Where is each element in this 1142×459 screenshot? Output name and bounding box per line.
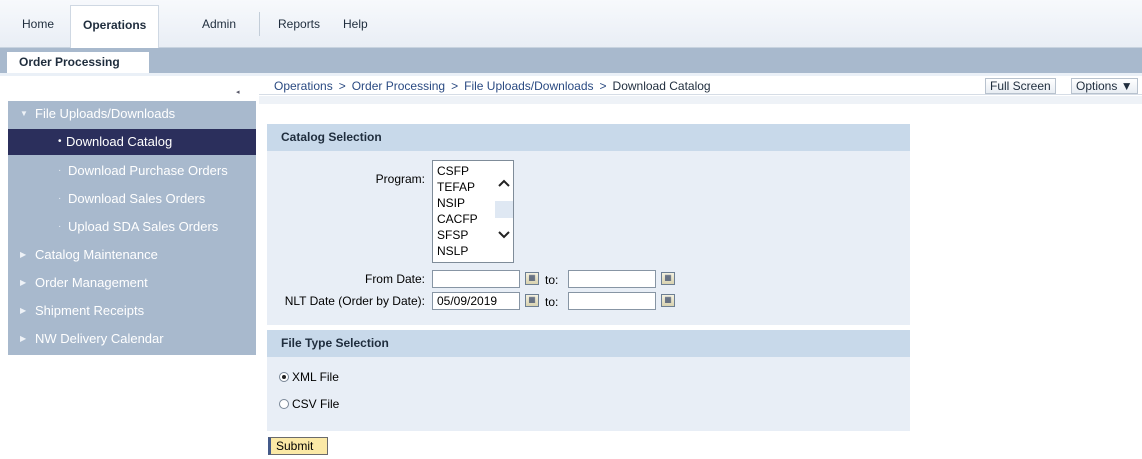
nlt-date-to-input[interactable] (568, 292, 656, 310)
chevron-down-icon[interactable] (498, 231, 510, 239)
sidebar-section-label: Shipment Receipts (35, 303, 145, 318)
calendar-icon[interactable]: ▦ (661, 294, 675, 307)
full-screen-button[interactable]: Full Screen (985, 78, 1056, 94)
tab-help[interactable]: Help (331, 5, 380, 48)
collapsed-arrow-icon: ▶ (20, 306, 27, 315)
sidebar-section-label: NW Delivery Calendar (35, 331, 164, 346)
sidebar-section-file-uploads-downloads[interactable]: ▼ File Uploads/Downloads (8, 101, 256, 127)
sidebar-section-nw-delivery-calendar[interactable]: ▶ NW Delivery Calendar (8, 326, 256, 352)
bullet-icon: · (58, 193, 62, 204)
breadcrumb-separator: > (451, 79, 459, 93)
sidebar-item-label: Download Catalog (66, 134, 173, 149)
from-date-input[interactable] (432, 270, 520, 288)
breadcrumb: Operations > Order Processing > File Uploads… (274, 79, 711, 93)
calendar-icon[interactable]: ▦ (661, 272, 675, 285)
from-date-to-input[interactable] (568, 270, 656, 288)
program-option[interactable]: TEFAP (437, 180, 475, 195)
breadcrumb-bar: Operations > Order Processing > File Uploads… (259, 76, 1142, 95)
sidebar-item-download-purchase-orders[interactable]: · Download Purchase Orders (8, 158, 256, 184)
sidebar-item-upload-sda-sales-orders[interactable]: · Upload SDA Sales Orders (8, 214, 256, 240)
calendar-icon[interactable]: ▦ (525, 294, 539, 307)
breadcrumb-link-operations[interactable]: Operations (274, 79, 333, 93)
breadcrumb-link-order-processing[interactable]: Order Processing (352, 79, 445, 93)
collapse-sidebar-icon[interactable]: ◂ (236, 88, 240, 96)
top-navigation: Home Operations Admin Reports Help (0, 0, 1142, 49)
to-label: to: (545, 295, 559, 309)
csv-file-option[interactable]: CSV File (279, 397, 339, 411)
sidebar-section-label: Catalog Maintenance (35, 247, 158, 262)
program-label: Program: (375, 172, 425, 186)
xml-file-radio[interactable] (279, 372, 289, 382)
collapsed-arrow-icon: ▶ (20, 334, 27, 343)
csv-file-radio[interactable] (279, 399, 289, 409)
sidebar-section-shipment-receipts[interactable]: ▶ Shipment Receipts (8, 298, 256, 324)
to-label: to: (545, 273, 559, 287)
breadcrumb-link-file-uploads-downloads[interactable]: File Uploads/Downloads (464, 79, 593, 93)
sidebar-section-order-management[interactable]: ▶ Order Management (8, 270, 256, 296)
nlt-date-input[interactable]: 05/09/2019 (432, 292, 520, 310)
tab-order-processing[interactable]: Order Processing (7, 52, 149, 74)
sidebar-item-label: Download Purchase Orders (68, 163, 228, 178)
sidebar-item-download-sales-orders[interactable]: · Download Sales Orders (8, 186, 256, 212)
program-option[interactable]: CSFP (437, 164, 469, 179)
tab-reports[interactable]: Reports (266, 5, 332, 48)
breadcrumb-separator: > (599, 79, 607, 93)
sub-navigation: Order Processing (0, 48, 1142, 74)
program-option[interactable]: CACFP (437, 212, 478, 227)
sidebar-item-download-catalog[interactable]: • Download Catalog (8, 129, 256, 155)
xml-file-option[interactable]: XML File (279, 370, 339, 384)
csv-file-label: CSV File (292, 397, 340, 411)
catalog-selection-header: Catalog Selection (267, 124, 910, 151)
program-option[interactable]: SFSP (437, 228, 468, 243)
options-button[interactable]: Options ▼ (1071, 78, 1138, 94)
tab-home[interactable]: Home (10, 5, 66, 48)
file-type-selection-panel (267, 357, 910, 431)
collapsed-arrow-icon: ▶ (20, 278, 27, 287)
bullet-icon: • (58, 136, 62, 147)
xml-file-label: XML File (292, 370, 339, 384)
collapsed-arrow-icon: ▶ (20, 250, 27, 259)
breadcrumb-current: Download Catalog (612, 79, 711, 93)
tab-operations[interactable]: Operations (70, 5, 160, 49)
program-option[interactable]: NSIP (437, 196, 465, 211)
breadcrumb-separator: > (338, 79, 346, 93)
sidebar: ▼ File Uploads/Downloads • Download Cata… (8, 101, 256, 355)
chevron-up-icon[interactable] (498, 179, 510, 187)
sidebar-section-catalog-maintenance[interactable]: ▶ Catalog Maintenance (8, 242, 256, 268)
content-top-strip (259, 96, 1142, 104)
sidebar-item-label: Upload SDA Sales Orders (68, 219, 219, 234)
tab-admin[interactable]: Admin (190, 5, 248, 48)
sidebar-section-label: Order Management (35, 275, 148, 290)
file-type-selection-header: File Type Selection (267, 330, 910, 357)
expanded-arrow-icon: ▼ (20, 109, 28, 118)
nlt-date-label: NLT Date (Order by Date): (284, 294, 425, 308)
submit-button[interactable]: Submit (268, 437, 328, 455)
from-date-label: From Date: (364, 272, 425, 286)
bullet-icon: · (58, 221, 62, 232)
program-option[interactable]: NSLP (437, 244, 468, 259)
sidebar-item-label: Download Sales Orders (68, 191, 206, 206)
scrollbar-thumb[interactable] (495, 201, 513, 218)
listbox-scrollbar[interactable] (495, 161, 513, 262)
program-listbox[interactable]: CSFP TEFAP NSIP CACFP SFSP NSLP (432, 160, 514, 263)
sidebar-section-label: File Uploads/Downloads (35, 106, 176, 121)
calendar-icon[interactable]: ▦ (525, 272, 539, 285)
nav-divider (259, 12, 260, 36)
bullet-icon: · (58, 165, 62, 176)
